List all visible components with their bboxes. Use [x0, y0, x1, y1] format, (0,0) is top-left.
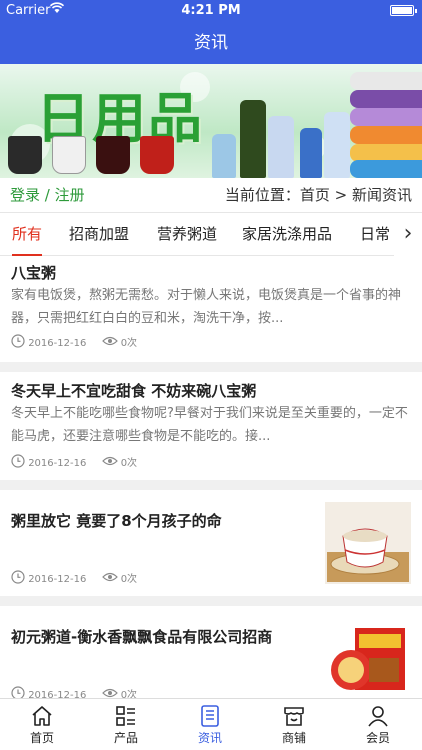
register-link[interactable]: 注册 [55, 186, 85, 204]
banner-image[interactable]: 日用品 [0, 64, 422, 178]
home-icon [32, 706, 52, 726]
article-date: 2016-12-16 [28, 338, 87, 349]
breadcrumb: 当前位置：首页 > 新闻资讯 [225, 178, 412, 212]
bottom-tab-bar: 首页 产品 资讯 商铺 会员 [0, 698, 422, 750]
towel-decoration [350, 108, 422, 126]
tab-franchise[interactable]: 招商加盟 [69, 213, 129, 256]
battery-icon [390, 5, 417, 16]
article-meta: 2016-12-16 0次 [11, 454, 137, 470]
user-icon [368, 706, 388, 727]
shop-icon [284, 707, 304, 726]
tabbar-label: 会员 [365, 731, 390, 745]
tab-household-detergent[interactable]: 家居洗涤用品 [242, 213, 332, 256]
eye-icon [101, 335, 118, 353]
tabbar-label: 资讯 [197, 731, 222, 745]
tab-daily[interactable]: 日常 [360, 213, 390, 256]
article-title: 冬天早上不宜吃甜食 不妨来碗八宝粥 [11, 382, 257, 400]
tabbar-item-news[interactable]: 资讯 [168, 699, 252, 750]
article-views: 0次 [120, 574, 138, 585]
breadcrumb-label: 当前位置： [224, 186, 300, 204]
eye-icon [101, 455, 118, 473]
article-title: 八宝粥 [11, 264, 57, 282]
bottle-decoration [240, 100, 266, 178]
bottle-decoration [300, 128, 322, 178]
article-item[interactable]: 冬天早上不宜吃甜食 不妨来碗八宝粥 冬天早上不能吃哪些食物呢?早餐对于我们来说是… [0, 372, 422, 480]
news-icon [201, 705, 219, 727]
tabbar-item-shop[interactable]: 商铺 [252, 699, 336, 750]
article-summary: 冬天早上不能吃哪些食物呢?早餐对于我们来说是至关重要的，一定不能马虎，还要注意哪… [11, 406, 408, 444]
eye-icon [101, 571, 118, 589]
auth-separator: / [40, 186, 55, 204]
auth-location-bar: 登录 / 注册 当前位置：首页 > 新闻资讯 [0, 178, 422, 212]
article-views: 0次 [120, 338, 138, 349]
article-item[interactable]: 八宝粥 家有电饭煲，熬粥无需愁。对于懒人来说，电饭煲真是一个省事的神器，只需把红… [0, 256, 422, 362]
towel-decoration [350, 126, 422, 144]
article-title: 初元粥道-衡水香飘飘食品有限公司招商 [11, 628, 273, 646]
tab-all[interactable]: 所有 [12, 213, 43, 256]
tabbar-label: 商铺 [281, 731, 306, 745]
tabbar-label: 产品 [113, 731, 138, 745]
article-date: 2016-12-16 [28, 574, 87, 585]
page-title: 资讯 [194, 33, 228, 53]
article-item[interactable]: 初元粥道-衡水香飘飘食品有限公司招商 2016-12-16 0次 [0, 606, 422, 701]
auth-links: 登录 / 注册 [10, 178, 85, 212]
breadcrumb-home[interactable]: 首页 [300, 186, 330, 204]
login-link[interactable]: 登录 [10, 186, 40, 204]
chevron-right-icon[interactable]: › [394, 213, 422, 256]
article-meta: 2016-12-16 0次 [11, 570, 137, 586]
mug-decoration [52, 136, 86, 174]
article-views: 0次 [120, 458, 138, 469]
clock-icon [11, 454, 25, 474]
nav-bar: 资讯 [0, 22, 422, 64]
bottle-decoration [324, 112, 350, 178]
tabbar-item-member[interactable]: 会员 [336, 699, 420, 750]
tabbar-label: 首页 [29, 731, 54, 745]
towel-decoration [350, 160, 422, 178]
grid-list-icon [116, 706, 135, 726]
towel-decoration [350, 72, 422, 90]
tabbar-item-products[interactable]: 产品 [84, 699, 168, 750]
clock-icon [11, 570, 25, 590]
tabbar-item-home[interactable]: 首页 [0, 699, 84, 750]
bottle-decoration [212, 134, 236, 178]
mug-decoration [8, 136, 42, 174]
bottle-decoration [268, 116, 294, 178]
article-item[interactable]: 粥里放它 竟要了8个月孩子的命 2016-12-16 0次 [0, 490, 422, 596]
clock-icon [11, 334, 25, 354]
article-thumbnail [325, 502, 411, 584]
article-meta: 2016-12-16 0次 [11, 334, 137, 350]
article-thumbnail [325, 618, 411, 700]
article-summary: 家有电饭煲，熬粥无需愁。对于懒人来说，电饭煲真是一个省事的神器，只需把红红白白的… [11, 288, 402, 326]
tab-nutrition-porridge[interactable]: 营养粥道 [157, 213, 217, 256]
status-time: 4:21 PM [181, 3, 241, 18]
status-bar: Carrier 4:21 PM [0, 0, 422, 22]
towel-decoration [350, 90, 422, 108]
article-date: 2016-12-16 [28, 458, 87, 469]
breadcrumb-separator: > [329, 186, 352, 204]
category-tabs: 所有 招商加盟 营养粥道 家居洗涤用品 日常 › [0, 212, 422, 256]
article-title: 粥里放它 竟要了8个月孩子的命 [11, 512, 222, 530]
breadcrumb-current: 新闻资讯 [351, 186, 412, 204]
mug-decoration [140, 136, 174, 174]
mug-decoration [96, 136, 130, 174]
